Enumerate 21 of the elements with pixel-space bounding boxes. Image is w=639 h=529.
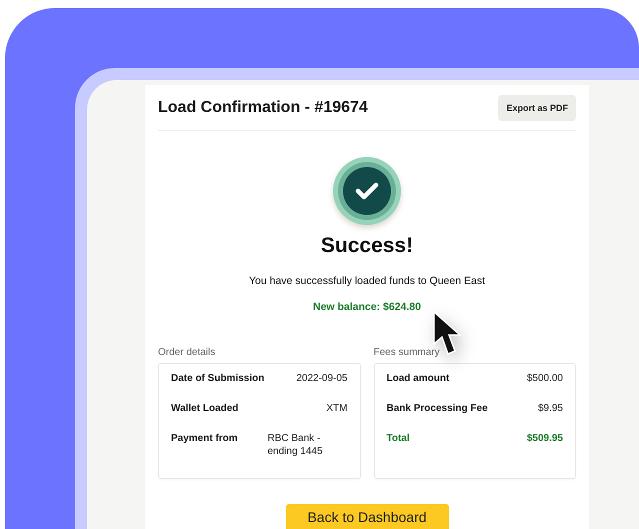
export-button[interactable]: Export as PDF <box>498 94 576 120</box>
detail-label: Load amount <box>386 372 450 385</box>
detail-value: RBC Bank - ending 1445 <box>268 432 324 458</box>
detail-value: 2022-09-05 <box>296 372 348 385</box>
detail-value: $9.95 <box>538 402 563 415</box>
success-check-icon <box>332 156 402 226</box>
section-title: Fees summary <box>374 347 441 358</box>
detail-value: $500.00 <box>526 372 563 385</box>
detail-label: Wallet Loaded <box>171 402 238 415</box>
back-to-dashboard-button[interactable]: Back to Dashboard <box>286 504 448 529</box>
detail-label: Total <box>386 432 410 445</box>
detail-value: XTM <box>326 402 348 415</box>
success-message: You have successfully loaded funds to Queen East <box>248 275 486 287</box>
detail-label: Bank Processing Fee <box>386 402 488 415</box>
success-heading: Success! <box>320 234 414 258</box>
detail-label: Date of Submission <box>171 372 264 385</box>
section-title: Order details <box>158 347 216 358</box>
page-title: Load Confirmation - #19674 <box>158 98 368 116</box>
new-balance: New balance: $624.80 <box>312 301 422 313</box>
detail-label: Payment from <box>171 432 238 445</box>
detail-value: $509.95 <box>526 432 563 445</box>
